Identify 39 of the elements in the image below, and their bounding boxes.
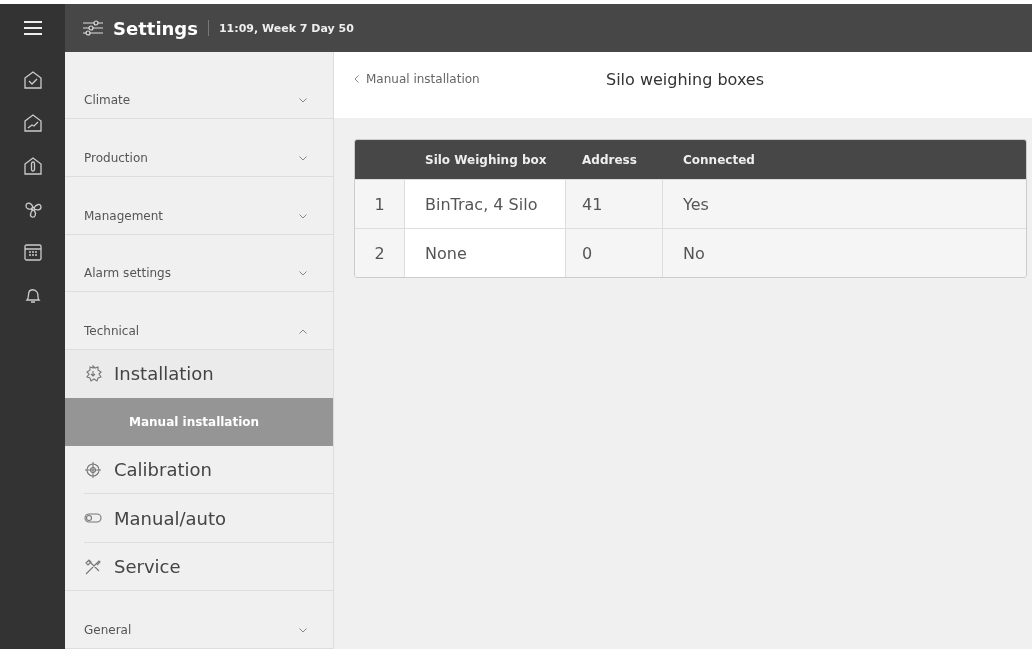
sidebar-category[interactable]: Alarm settings [65, 234, 333, 293]
chevron-icon [299, 271, 307, 277]
chevron-icon [299, 98, 307, 104]
sidebar-item[interactable]: Installation [65, 349, 333, 399]
sidebar-item[interactable]: Calibration [84, 445, 333, 495]
gear-icon [84, 365, 102, 383]
chevron-icon [299, 213, 307, 219]
sidebar-category[interactable]: Climate [65, 52, 333, 120]
table-cell: 0 [566, 229, 663, 277]
sliders-icon [83, 20, 103, 36]
chevron-icon [299, 628, 307, 633]
sidebar-item[interactable]: Service [65, 542, 333, 592]
house-thermo-icon[interactable] [22, 156, 43, 176]
calendar-icon[interactable] [22, 242, 43, 262]
tools-icon [84, 557, 102, 576]
table-cell: None [405, 229, 566, 277]
table-cell-text: No [682, 242, 706, 265]
column-header: Silo Weighing box [424, 152, 548, 167]
header-title: Settings [113, 17, 198, 39]
fan-icon[interactable] [22, 199, 43, 219]
sidebar-item[interactable]: Manual/auto [84, 494, 333, 543]
menu-icon[interactable] [0, 4, 65, 52]
column-header: Connected [682, 152, 756, 167]
back-link[interactable]: Manual installation [354, 72, 606, 86]
header-time: 11:09, Week 7 Day 50 [218, 21, 354, 35]
sidebar-category[interactable]: Management [65, 177, 333, 235]
page-title: Silo weighing boxes [606, 69, 765, 89]
house-check-icon[interactable] [22, 70, 43, 90]
column-header: Address [581, 152, 638, 167]
house-graph-icon[interactable] [22, 113, 43, 133]
sidebar-category[interactable]: Technical [65, 292, 333, 350]
target-icon [84, 460, 102, 479]
chevron-icon [299, 328, 307, 334]
sidebar-category[interactable]: Production [65, 119, 333, 178]
table-cell: BinTrac, 4 Silo [405, 180, 566, 228]
sidebar-category[interactable]: General [65, 591, 333, 649]
chevron-icon [299, 156, 307, 162]
table-cell-text: Yes [682, 193, 710, 216]
back-chevron-icon [354, 75, 359, 83]
